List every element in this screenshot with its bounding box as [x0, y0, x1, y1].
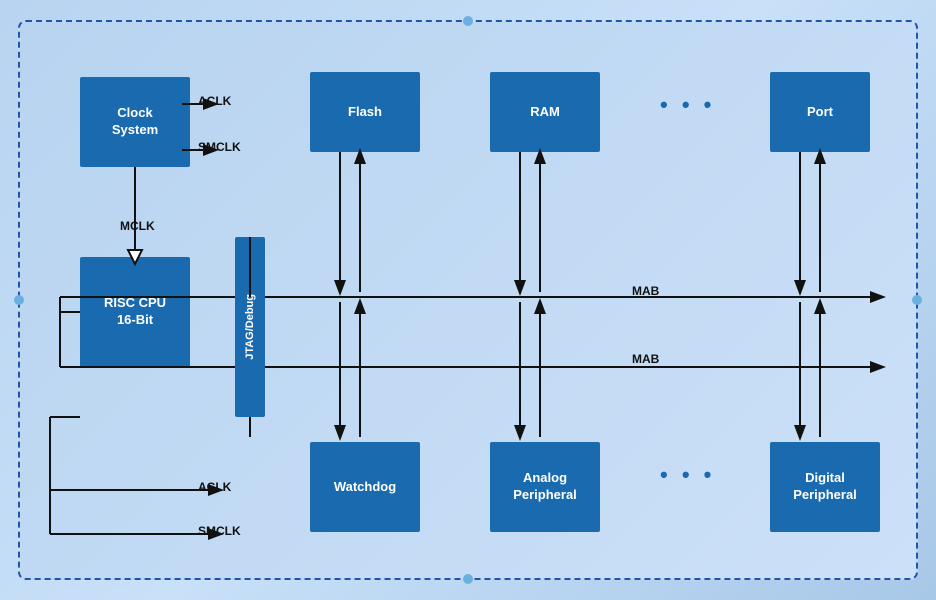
ram-block: RAM	[490, 72, 600, 152]
smclk-bottom-label: SMCLK	[198, 524, 241, 538]
analog-peripheral-block: AnalogPeripheral	[490, 442, 600, 532]
dot-right	[912, 295, 922, 305]
dots-top: • • •	[660, 92, 715, 118]
mclk-label: MCLK	[120, 219, 155, 233]
aclk-top-label: ACLK	[198, 94, 231, 108]
dots-bottom: • • •	[660, 462, 715, 488]
flash-block: Flash	[310, 72, 420, 152]
dot-bottom	[463, 574, 473, 584]
mab-top-label: MAB	[632, 284, 659, 298]
smclk-top-label: SMCLK	[198, 140, 241, 154]
diagram-container: ClockSystem RISC CPU16-Bit JTAG/Debug Fl…	[18, 20, 918, 580]
watchdog-block: Watchdog	[310, 442, 420, 532]
mab-bottom-label: MAB	[632, 352, 659, 366]
dot-left	[14, 295, 24, 305]
aclk-bottom-label: ACLK	[198, 480, 231, 494]
risc-cpu-block: RISC CPU16-Bit	[80, 257, 190, 367]
jtag-block: JTAG/Debug	[235, 237, 265, 417]
port-block: Port	[770, 72, 870, 152]
clock-system-block: ClockSystem	[80, 77, 190, 167]
dot-top	[463, 16, 473, 26]
digital-peripheral-block: DigitalPeripheral	[770, 442, 880, 532]
